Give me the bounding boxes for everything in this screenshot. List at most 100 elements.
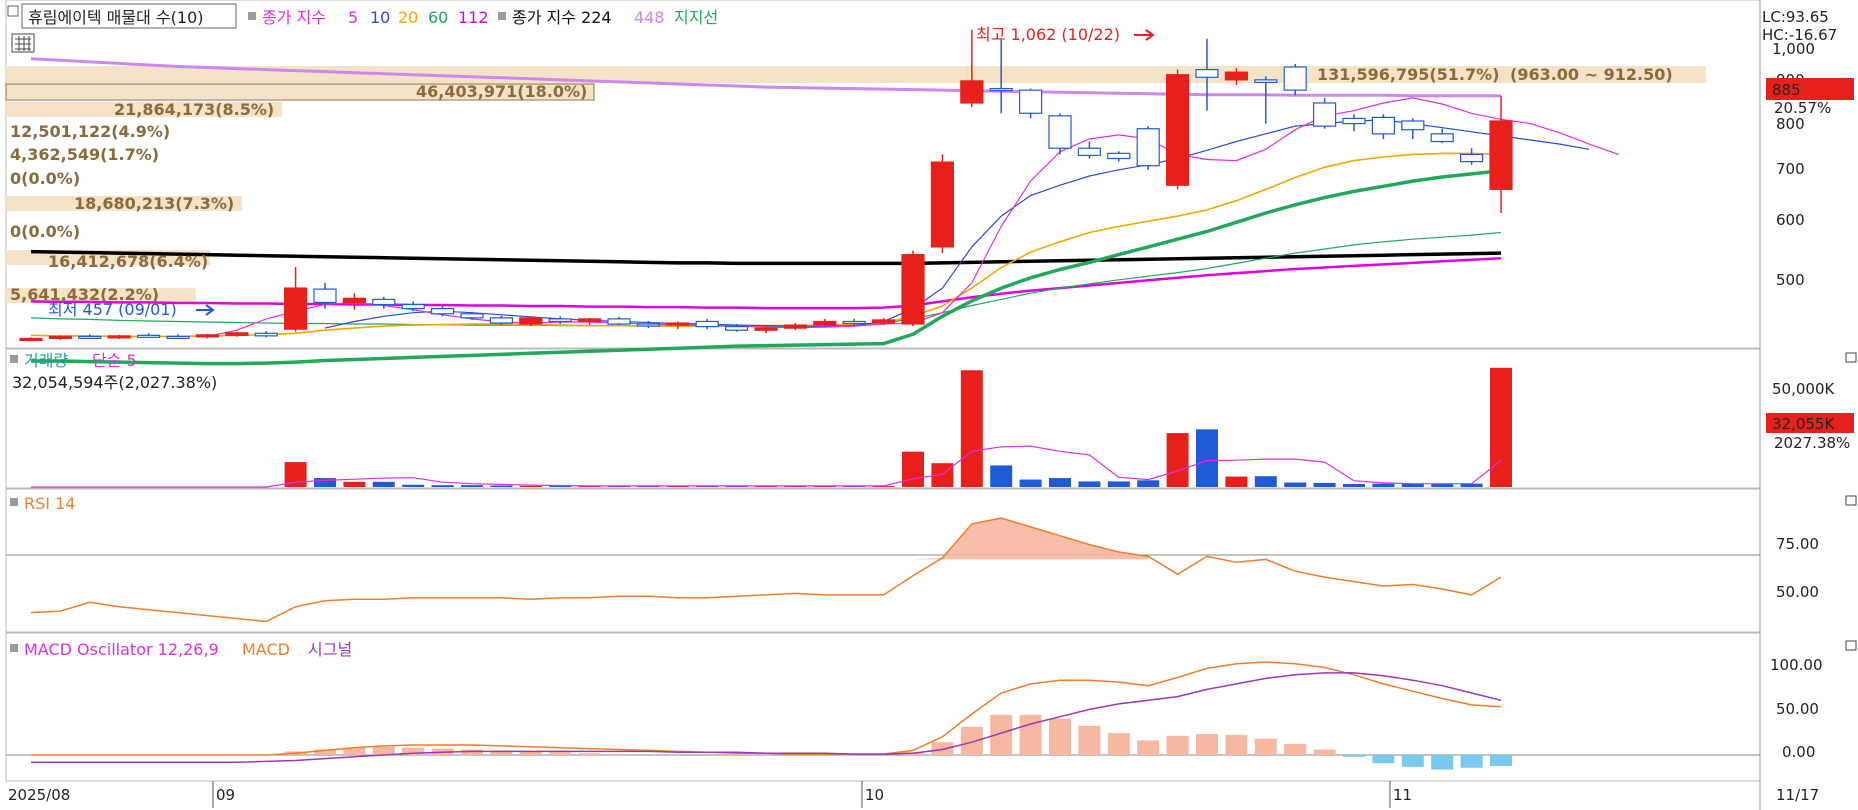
candle-body xyxy=(1195,68,1219,78)
panel-menu-icon[interactable] xyxy=(7,5,19,17)
candle-body xyxy=(1254,79,1278,84)
candle-body xyxy=(1165,74,1190,186)
candle-body xyxy=(254,332,278,337)
ma-bullet xyxy=(248,12,256,20)
profile-label-5: 4,362,549(1.7%) xyxy=(10,145,159,164)
macd-tick-50: 50.00 xyxy=(1776,700,1819,718)
volume-value: 32,054,594주(2,027.38%) xyxy=(12,373,217,392)
volume-title: 거래량 xyxy=(24,351,68,370)
candle-body xyxy=(107,335,131,339)
candle-body xyxy=(313,288,337,304)
oscillator-bar xyxy=(1225,734,1248,755)
candle-body xyxy=(342,297,366,304)
volume-ma-label: 단순 5 xyxy=(92,351,137,370)
candle-body xyxy=(137,334,161,338)
volume-collapse-icon[interactable] xyxy=(1845,352,1857,363)
rsi-bullet xyxy=(10,498,18,506)
candle-body xyxy=(783,324,808,329)
ma224-label: 종가 지수 224 xyxy=(512,8,612,27)
rsi-panel[interactable] xyxy=(5,488,1761,633)
candle-body xyxy=(401,303,425,310)
candle-body xyxy=(284,287,308,330)
candle-body xyxy=(607,318,631,325)
volume-bar xyxy=(902,451,924,487)
candle-body xyxy=(1224,71,1249,81)
volume-bar xyxy=(1049,478,1071,487)
volume-tick: 50,000K xyxy=(1772,380,1835,398)
volume-bar xyxy=(372,481,395,487)
stock-chart-app: 휴림에이텍 매물대 수(10) 종가 지수 5 10 20 60 112 종가 … xyxy=(0,0,1858,810)
candle-body xyxy=(548,318,572,323)
candle-body xyxy=(1283,66,1307,91)
price-tick-1000: 1,000 xyxy=(1772,40,1815,58)
rsi-collapse-icon[interactable] xyxy=(1845,495,1857,506)
oscillator-bar xyxy=(1401,755,1424,767)
candle-body xyxy=(1048,115,1072,149)
oscillator-bar xyxy=(1313,749,1336,755)
price-tag-value: 885 xyxy=(1772,81,1801,99)
price-tick-500: 500 xyxy=(1776,271,1805,289)
candle-body xyxy=(577,318,602,323)
candle-body xyxy=(695,320,719,328)
oscillator-bar xyxy=(1372,755,1395,764)
high-annotation: 최고 1,062 (10/22) xyxy=(976,25,1120,44)
oscillator-bar xyxy=(1078,725,1101,755)
ma-period-20: 20 xyxy=(398,8,418,27)
volume-tag-value: 32,055K xyxy=(1772,415,1835,433)
support-label: 지지선 xyxy=(674,8,718,27)
ma-period-60: 60 xyxy=(428,8,448,27)
candle-body xyxy=(1430,133,1454,143)
oscillator-bar xyxy=(1107,733,1130,755)
x-label-sep: 09 xyxy=(216,786,235,804)
candle-body xyxy=(930,161,955,248)
macd-tick-0: 0.00 xyxy=(1782,743,1815,761)
volume-bar xyxy=(990,465,1013,487)
volume-bar xyxy=(1431,484,1454,487)
candle-body xyxy=(842,320,866,325)
oscillator-bar xyxy=(1460,755,1483,768)
volume-bar xyxy=(519,485,542,487)
volume-bar xyxy=(1019,479,1042,487)
candle-body xyxy=(48,335,73,340)
profile-label-7: 18,680,213(7.3%) xyxy=(74,194,234,213)
profile-label-3: 21,864,173(8.5%) xyxy=(114,100,274,119)
volume-bar xyxy=(1225,476,1248,487)
candle-body xyxy=(1401,120,1425,131)
candle-body xyxy=(1489,120,1513,190)
volume-bar xyxy=(1284,482,1307,487)
candle-body xyxy=(1342,117,1366,125)
candle-body xyxy=(871,319,896,324)
range-label: (963.00 ~ 912.50) xyxy=(1510,65,1673,84)
oscillator-bar xyxy=(1019,714,1042,755)
candle-body xyxy=(636,323,661,327)
candle-body xyxy=(901,254,925,325)
candle-body xyxy=(431,308,455,315)
x-label-current: 11/17 xyxy=(1776,786,1819,804)
macd-collapse-icon[interactable] xyxy=(1845,640,1857,651)
oscillator-bar xyxy=(1196,734,1218,755)
price-tick-700: 700 xyxy=(1776,160,1805,178)
volume-bar xyxy=(960,370,983,487)
profile-label-8: 0(0.0%) xyxy=(10,222,80,241)
ma-label: 종가 지수 xyxy=(262,8,326,27)
profile-label-1: 131,596,795(51.7%) xyxy=(1317,65,1499,84)
x-label-nov: 11 xyxy=(1393,786,1412,804)
candle-body xyxy=(666,322,690,326)
ma-period-10: 10 xyxy=(370,8,390,27)
candle-body xyxy=(1371,116,1396,135)
volume-bar xyxy=(1372,483,1395,487)
volume-tag-pct: 2027.38% xyxy=(1774,434,1850,452)
ma448-label: 448 xyxy=(634,8,665,27)
candle-body xyxy=(1459,153,1484,163)
candle-body xyxy=(166,335,190,339)
candle-body xyxy=(1136,128,1160,167)
volume-bar xyxy=(461,485,483,487)
volume-bar xyxy=(1313,482,1336,487)
candle-body xyxy=(724,326,749,331)
candle-body xyxy=(960,80,984,104)
candle-body xyxy=(489,317,513,324)
profile-label-2: 46,403,971(18.0%) xyxy=(416,82,587,101)
macd-label: MACD xyxy=(242,640,290,659)
chart-canvas[interactable]: 휴림에이텍 매물대 수(10) 종가 지수 5 10 20 60 112 종가 … xyxy=(0,0,1858,810)
price-tick-800: 800 xyxy=(1776,115,1805,133)
